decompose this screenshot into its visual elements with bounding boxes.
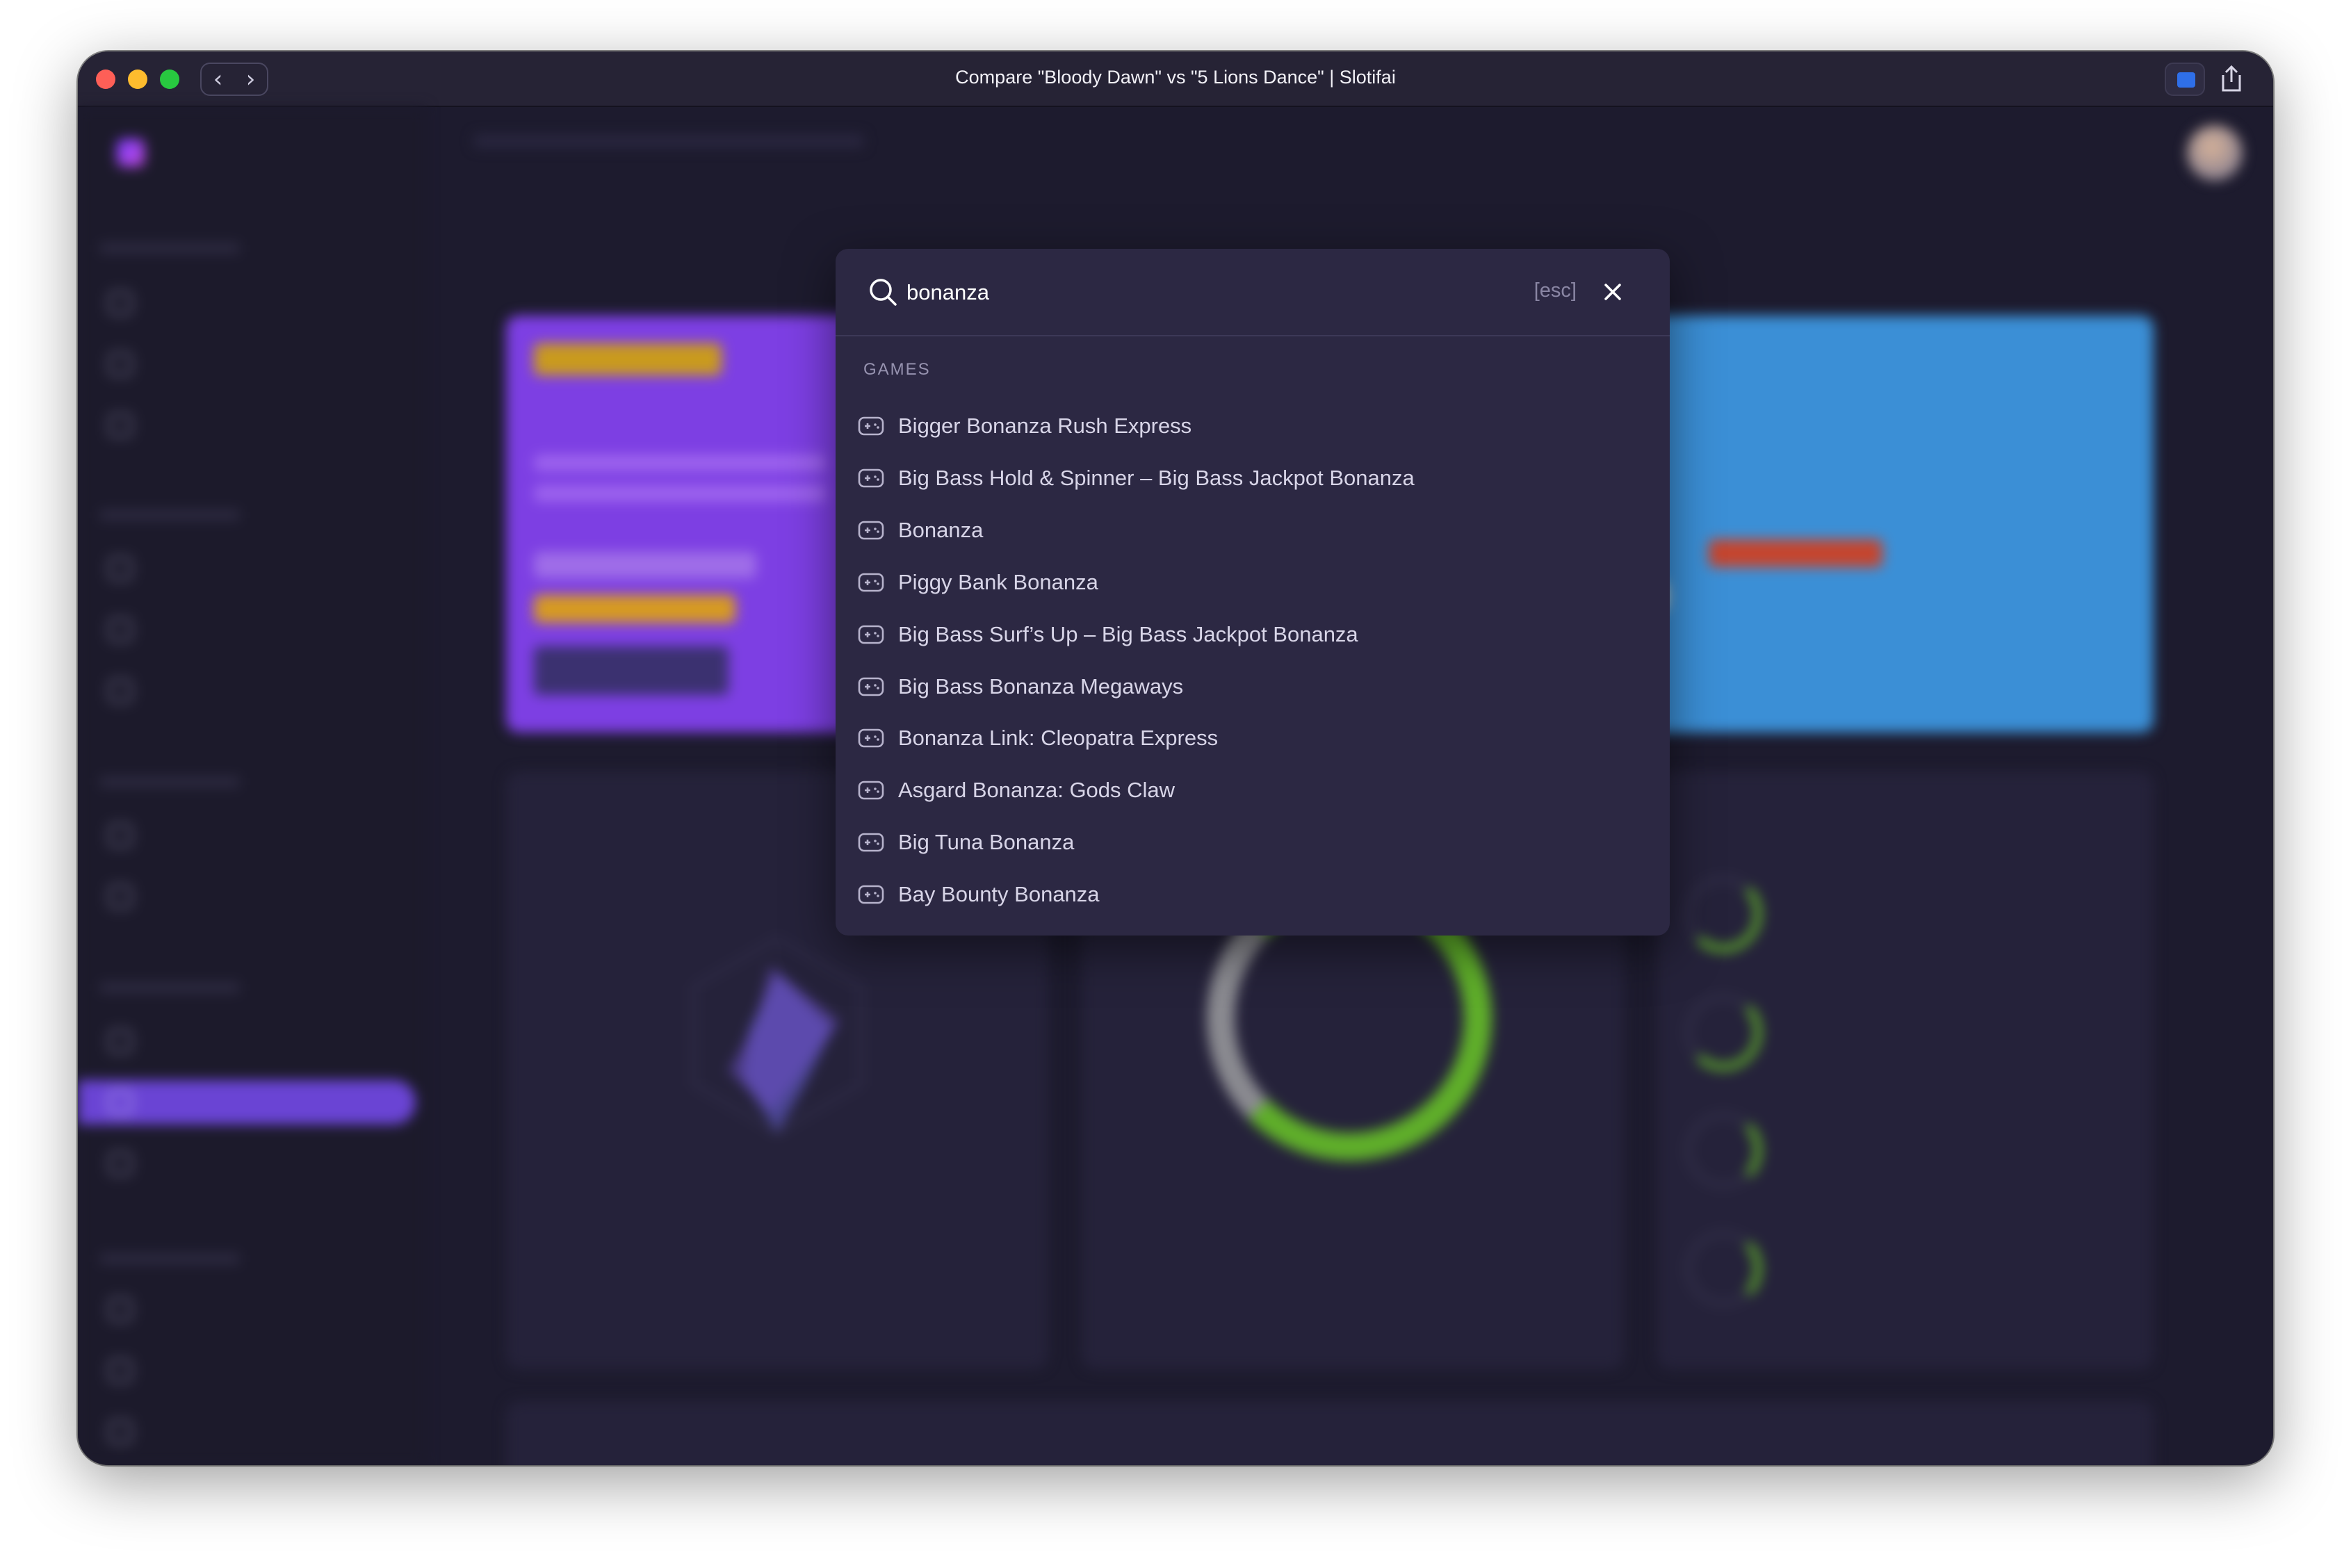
sidebar-item bbox=[108, 607, 400, 652]
sidebar-section-heading bbox=[100, 243, 239, 253]
share-icon[interactable] bbox=[2218, 64, 2245, 95]
search-result-item[interactable]: Piggy Bank Bonanza bbox=[836, 557, 1670, 608]
sidebar-section-heading bbox=[100, 983, 239, 993]
search-input[interactable] bbox=[906, 275, 1435, 310]
search-result-item[interactable]: Bonanza Link: Cleopatra Express bbox=[836, 712, 1670, 764]
search-result-item[interactable]: Bigger Bonanza Rush Express bbox=[836, 400, 1670, 452]
gamepad-icon bbox=[858, 781, 884, 800]
gamepad-icon bbox=[858, 833, 884, 852]
search-result-label: Bay Bounty Bonanza bbox=[898, 882, 1100, 907]
gamepad-icon bbox=[858, 416, 884, 436]
top-search-bar bbox=[474, 135, 863, 147]
sidebar-item bbox=[108, 1348, 400, 1393]
sidebar bbox=[78, 107, 425, 1465]
gamepad-icon bbox=[858, 521, 884, 540]
search-result-label: Bonanza bbox=[898, 517, 984, 542]
similarity-breakdown-card bbox=[1657, 771, 2154, 1369]
close-icon[interactable] bbox=[1597, 277, 1628, 307]
sidebar-item bbox=[108, 1287, 400, 1332]
radar-chart-blurred bbox=[692, 937, 862, 1134]
app-logo-icon bbox=[117, 139, 145, 167]
sidebar-item bbox=[108, 403, 400, 448]
sidebar-section-heading bbox=[100, 777, 239, 787]
full-comparison-card bbox=[506, 1401, 2154, 1465]
user-avatar bbox=[2187, 125, 2243, 181]
sidebar-item bbox=[108, 546, 400, 591]
search-result-label: Piggy Bank Bonanza bbox=[898, 569, 1098, 594]
browser-window: ‹ › Compare "Bloody Dawn" vs "5 Lions Da… bbox=[78, 51, 2273, 1465]
search-result-item[interactable]: Big Bass Hold & Spinner – Big Bass Jackp… bbox=[836, 452, 1670, 504]
results-section-label: GAMES bbox=[863, 360, 931, 379]
sidebar-item bbox=[108, 1141, 400, 1186]
search-icon bbox=[870, 279, 897, 306]
gamepad-icon bbox=[858, 885, 884, 904]
gamepad-icon bbox=[858, 729, 884, 748]
search-result-label: Bonanza Link: Cleopatra Express bbox=[898, 726, 1219, 751]
search-result-label: Bigger Bonanza Rush Express bbox=[898, 414, 1192, 438]
sidebar-item bbox=[108, 669, 400, 713]
sidebar-item bbox=[108, 1019, 400, 1063]
search-result-item[interactable]: Asgard Bonanza: Gods Claw bbox=[836, 765, 1670, 816]
search-result-label: Big Tuna Bonanza bbox=[898, 830, 1075, 855]
search-result-item[interactable]: Bonanza bbox=[836, 505, 1670, 556]
sidebar-section-heading bbox=[100, 1254, 239, 1264]
sidebar-section-heading bbox=[100, 510, 239, 520]
search-result-label: Big Bass Surf’s Up – Big Bass Jackpot Bo… bbox=[898, 621, 1358, 646]
esc-hint: [esc] bbox=[1534, 279, 1577, 302]
sidebar-item bbox=[108, 1410, 400, 1454]
window-title: Compare "Bloody Dawn" vs "5 Lions Dance"… bbox=[955, 67, 1396, 88]
search-result-label: Asgard Bonanza: Gods Claw bbox=[898, 778, 1176, 803]
sidebar-item-active bbox=[78, 1080, 416, 1125]
sidebar-item bbox=[108, 813, 400, 858]
gamepad-icon bbox=[858, 573, 884, 591]
sidebar-item bbox=[108, 874, 400, 919]
sidebar-item bbox=[108, 281, 400, 325]
gamepad-icon bbox=[858, 468, 884, 488]
title-bar: ‹ › Compare "Bloody Dawn" vs "5 Lions Da… bbox=[78, 51, 2273, 107]
sidebar-item bbox=[108, 342, 400, 386]
search-result-item[interactable]: Big Bass Surf’s Up – Big Bass Jackpot Bo… bbox=[836, 609, 1670, 660]
search-modal: [esc] GAMES Bigger Bonanza Rush Express B… bbox=[836, 249, 1670, 936]
extension-icon bbox=[2177, 72, 2195, 88]
search-result-item[interactable]: Big Tuna Bonanza bbox=[836, 817, 1670, 868]
search-result-item[interactable]: Bay Bounty Bonanza bbox=[836, 869, 1670, 920]
search-result-item[interactable]: Big Bass Bonanza Megaways bbox=[836, 661, 1670, 712]
search-result-label: Big Bass Hold & Spinner – Big Bass Jackp… bbox=[898, 465, 1415, 490]
extension-button[interactable] bbox=[2165, 63, 2205, 96]
search-header: [esc] bbox=[836, 249, 1670, 336]
gamepad-icon bbox=[858, 677, 884, 696]
gamepad-icon bbox=[858, 625, 884, 644]
search-result-label: Big Bass Bonanza Megaways bbox=[898, 673, 1184, 699]
